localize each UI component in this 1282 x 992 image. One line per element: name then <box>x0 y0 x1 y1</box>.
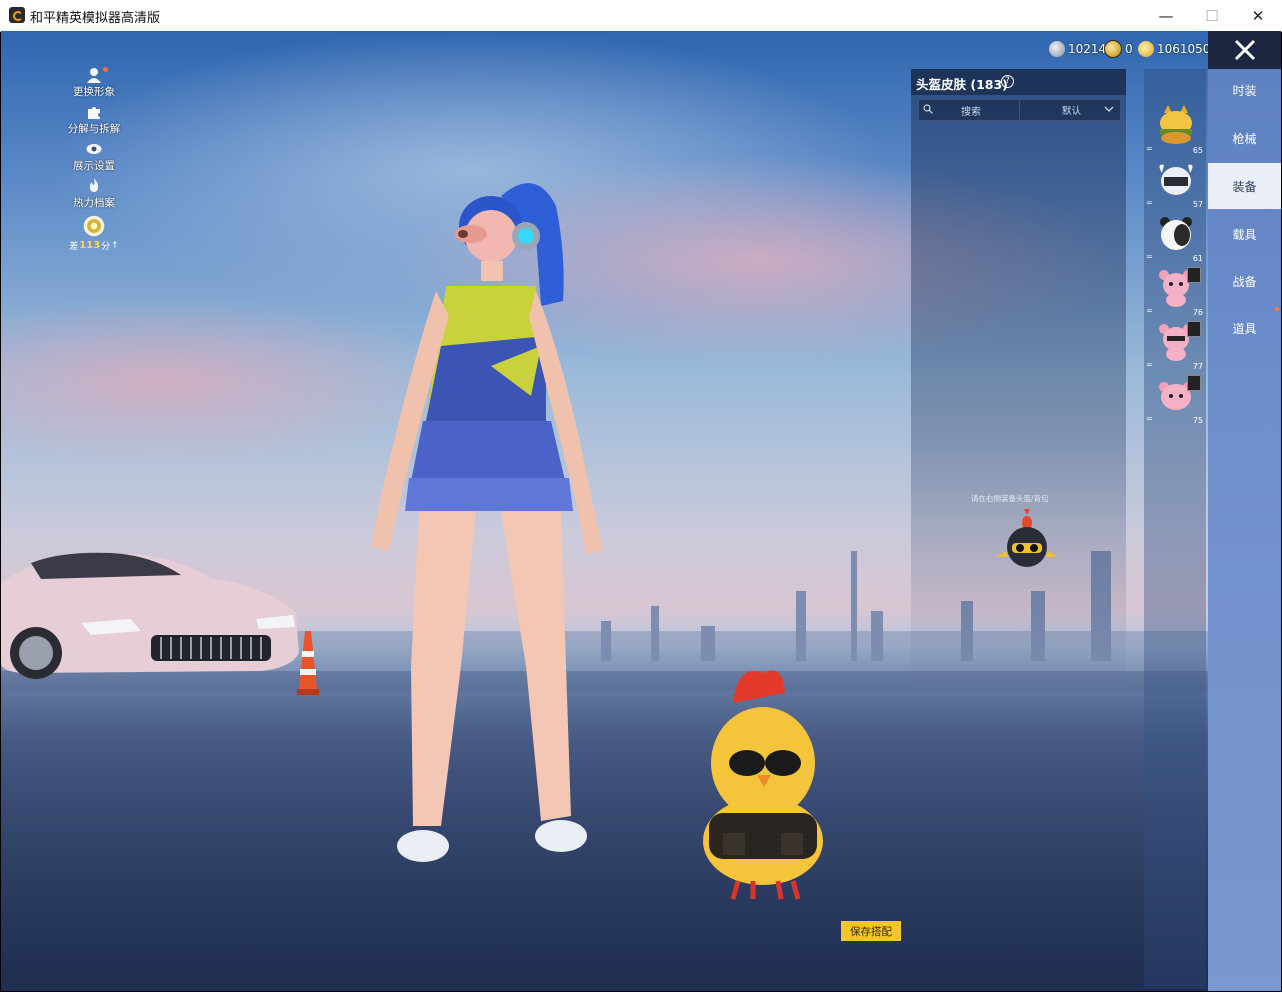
currency-value: 0 <box>1125 42 1133 56</box>
heat-prefix: 差 <box>69 242 79 252</box>
close-panel-button[interactable] <box>1208 31 1281 69</box>
search-input[interactable]: 搜索 <box>918 99 1020 121</box>
horned-helmet-icon <box>1159 164 1193 195</box>
app-icon <box>9 7 25 23</box>
currency-gold: 1061050 <box>1138 40 1210 58</box>
panda-helmet-icon <box>1160 217 1192 250</box>
item-slot[interactable]: 75 = <box>1144 373 1206 425</box>
item-slot[interactable]: 61 = <box>1144 211 1206 263</box>
item-marker: = <box>1146 252 1153 261</box>
item-slot[interactable]: 65 = <box>1144 103 1206 155</box>
reflective-floor <box>1 671 1281 991</box>
notification-dot <box>1275 307 1279 311</box>
item-marker: = <box>1146 414 1153 423</box>
tab-battle-prep[interactable]: 战备 <box>1208 258 1281 304</box>
close-window-button[interactable]: ✕ <box>1235 0 1281 31</box>
decompose-button[interactable]: 分解与拆解 <box>59 104 129 141</box>
window-title: 和平精英模拟器高清版 <box>30 11 161 26</box>
close-icon <box>1234 39 1255 61</box>
menu-label: 热力档案 <box>73 197 115 209</box>
search-placeholder: 搜索 <box>961 107 981 118</box>
item-slot[interactable]: 57 = <box>1144 157 1206 209</box>
ticket-icon <box>1104 40 1122 58</box>
avatar-icon <box>87 68 101 83</box>
tab-fashion[interactable]: 时装 <box>1208 67 1281 113</box>
left-side-menu: 更换形象 分解与拆解 展示设置 热力档案 差 113 分 ↑ <box>59 67 129 255</box>
sports-car <box>1 552 299 679</box>
change-appearance-button[interactable]: 更换形象 <box>59 67 129 104</box>
lightning-badge-icon <box>1187 321 1201 337</box>
heat-profile-button[interactable]: 热力档案 <box>59 178 129 215</box>
menu-label: 展示设置 <box>73 160 115 172</box>
display-settings-button[interactable]: 展示设置 <box>59 141 129 178</box>
heat-level-badge[interactable]: 差 113 分 ↑ <box>59 215 129 255</box>
sort-dropdown[interactable]: 默认 <box>1019 99 1121 121</box>
item-marker: = <box>1146 306 1153 315</box>
item-count: 61 <box>1192 254 1203 263</box>
game-viewport: 更换形象 分解与拆解 展示设置 热力档案 差 113 分 ↑ 10214 0 1… <box>1 31 1281 991</box>
item-slot[interactable]: 76 = <box>1144 265 1206 317</box>
city-skyline <box>651 606 659 661</box>
pet-chicken <box>703 670 823 900</box>
equip-hint: 请在右侧装备头盔/背包 <box>971 494 1049 503</box>
item-marker: = <box>1146 360 1153 369</box>
lightning-badge-icon <box>1187 267 1201 283</box>
flame-icon <box>89 178 99 192</box>
skin-panel-header: 头盔皮肤 (183) ? <box>911 69 1126 95</box>
search-icon <box>923 104 933 114</box>
tab-weapons[interactable]: 枪械 <box>1208 115 1281 161</box>
item-count: 75 <box>1192 416 1203 425</box>
item-count: 57 <box>1192 200 1203 209</box>
item-count: 77 <box>1192 362 1203 371</box>
helmet-preview <box>996 509 1058 567</box>
item-marker: = <box>1146 198 1153 207</box>
skin-panel-title: 头盔皮肤 (183) <box>916 77 1008 92</box>
heat-score-row: 差 113 分 ↑ <box>69 239 118 252</box>
tab-equipment[interactable]: 装备 <box>1208 163 1281 209</box>
currency-value: 10214 <box>1068 42 1107 56</box>
tab-items[interactable]: 道具 <box>1208 305 1281 351</box>
traffic-cone <box>297 631 319 695</box>
maximize-button[interactable]: ☐ <box>1189 0 1235 31</box>
burger-helmet-icon <box>1160 105 1192 144</box>
gold-coin-icon <box>1138 41 1154 57</box>
item-count: 65 <box>1192 146 1203 155</box>
helmet-item-list: 65 = 57 = 61 = 76 = 77 = 75 = <box>1144 69 1206 989</box>
save-outfit-button[interactable]: 保存搭配 <box>841 921 901 941</box>
helmet-skin-panel: 头盔皮肤 (183) ? 搜索 默认 请在右侧装备头盔/背包 <box>911 69 1126 689</box>
window-titlebar: 和平精英模拟器高清版 — ☐ ✕ <box>0 0 1282 32</box>
help-icon[interactable]: ? <box>1001 75 1014 88</box>
eye-icon <box>86 144 102 154</box>
heat-suffix: 分 <box>101 242 111 252</box>
city-skyline <box>701 626 715 661</box>
sort-selected-value: 默认 <box>1062 106 1082 117</box>
item-count: 76 <box>1192 308 1203 317</box>
minimize-button[interactable]: — <box>1143 0 1189 31</box>
player-character <box>371 183 603 862</box>
rank-badge-icon <box>83 215 105 237</box>
up-arrow-icon: ↑ <box>111 240 119 251</box>
notification-dot <box>103 67 108 72</box>
silver-coin-icon <box>1049 41 1065 57</box>
item-slot[interactable]: 77 = <box>1144 319 1206 371</box>
tab-vehicles[interactable]: 载具 <box>1208 211 1281 257</box>
currency-ticket: 0 <box>1104 40 1133 58</box>
menu-label: 分解与拆解 <box>67 123 121 135</box>
item-marker: = <box>1146 144 1153 153</box>
city-skyline <box>796 591 806 661</box>
menu-label: 更换形象 <box>73 86 115 98</box>
lightning-badge-icon <box>1187 375 1201 391</box>
category-rail: 时装 枪械 装备 载具 战备 道具 <box>1208 31 1281 991</box>
chevron-down-icon <box>1104 106 1114 112</box>
city-skyline <box>851 551 857 661</box>
city-skyline <box>871 611 883 661</box>
currency-silver: 10214 <box>1049 40 1106 58</box>
puzzle-icon <box>88 107 100 119</box>
heat-value: 113 <box>79 240 101 251</box>
currency-value: 1061050 <box>1157 42 1211 56</box>
